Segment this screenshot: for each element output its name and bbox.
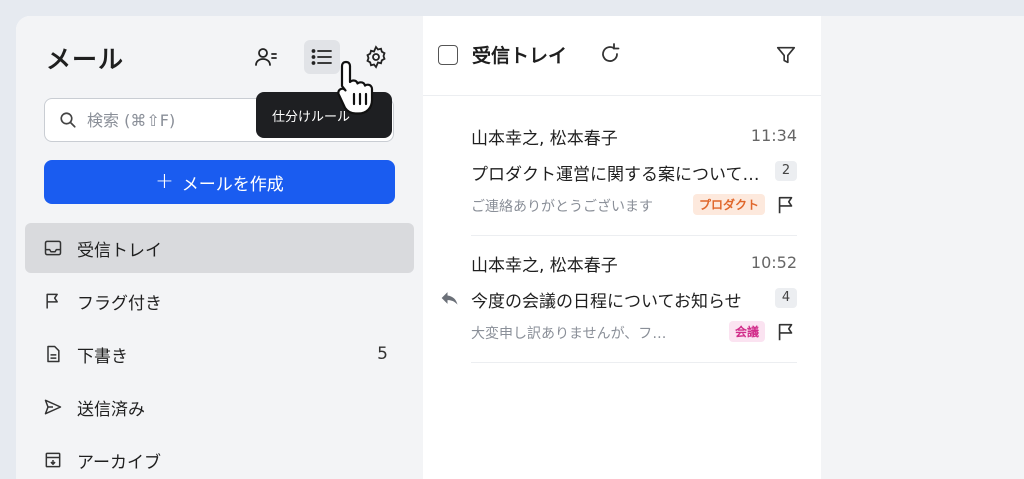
- contacts-icon[interactable]: [248, 40, 284, 74]
- sidebar-item-sent[interactable]: 送信済み: [25, 382, 414, 432]
- sidebar-item-label: 送信済み: [77, 399, 145, 420]
- list-title: 受信トレイ: [472, 45, 568, 67]
- hand-cursor-icon: [334, 58, 378, 122]
- flag-icon[interactable]: [775, 321, 797, 347]
- sidebar-item-label: アーカイブ: [77, 452, 161, 473]
- select-all-checkbox[interactable]: [438, 45, 458, 65]
- compose-button[interactable]: + メールを作成: [44, 160, 395, 204]
- app-title: メール: [46, 45, 125, 74]
- compose-label: メールを作成: [181, 174, 284, 195]
- message-preview: ご連絡ありがとうございます: [471, 199, 653, 215]
- sidebar-item-archive[interactable]: アーカイブ: [25, 435, 414, 479]
- sidebar-item-drafts[interactable]: 下書き 5: [25, 329, 414, 379]
- inbox-icon: [43, 238, 63, 258]
- sidebar-item-flagged[interactable]: フラグ付き: [25, 276, 414, 326]
- mail-window: メール 仕分けルール + メールを作成: [16, 16, 1024, 479]
- message-row[interactable]: 山本幸之, 松本春子 11:34 プロダクト運営に関する案についてのご相談 2 …: [471, 114, 797, 236]
- sidebar-item-label: フラグ付き: [77, 293, 162, 314]
- message-time: 10:52: [750, 253, 797, 272]
- message-from: 山本幸之, 松本春子: [471, 129, 618, 149]
- filter-icon[interactable]: [775, 44, 797, 70]
- thread-count-badge: 2: [775, 161, 797, 181]
- archive-icon: [43, 450, 63, 470]
- message-row[interactable]: 山本幸之, 松本春子 10:52 今度の会議の日程についてお知らせ 4 大変申し…: [471, 241, 797, 363]
- tag-badge[interactable]: 会議: [728, 321, 765, 342]
- reading-pane: [821, 16, 1024, 479]
- message-from: 山本幸之, 松本春子: [471, 256, 618, 276]
- sidebar-item-label: 受信トレイ: [77, 240, 162, 261]
- replied-icon: [440, 289, 460, 311]
- message-subject: プロダクト運営に関する案についてのご相談: [471, 165, 767, 185]
- message-list: 受信トレイ 山本幸之, 松本春子 11:34 プロダクト運営に関する案についての…: [423, 16, 821, 479]
- tag-badge[interactable]: プロダクト: [692, 194, 765, 215]
- message-subject: 今度の会議の日程についてお知らせ: [471, 292, 742, 312]
- thread-count-badge: 4: [775, 288, 797, 308]
- list-header: 受信トレイ: [423, 16, 821, 96]
- flag-icon: [43, 291, 63, 311]
- refresh-icon[interactable]: [598, 42, 622, 70]
- draft-icon: [43, 344, 63, 364]
- search-icon: [60, 112, 76, 128]
- sidebar-item-inbox[interactable]: 受信トレイ: [25, 223, 414, 273]
- message-preview: 大変申し訳ありませんが、ファイル: [471, 326, 679, 342]
- message-time: 11:34: [750, 126, 797, 145]
- folder-nav: 受信トレイ フラグ付き 下書き 5 送信済み アーカイブ: [25, 223, 414, 479]
- drafts-count: 5: [377, 344, 388, 364]
- flag-icon[interactable]: [775, 194, 797, 220]
- send-icon: [43, 397, 63, 417]
- sidebar-item-label: 下書き: [77, 346, 128, 367]
- search-input[interactable]: [87, 110, 237, 130]
- plus-icon: +: [155, 169, 174, 194]
